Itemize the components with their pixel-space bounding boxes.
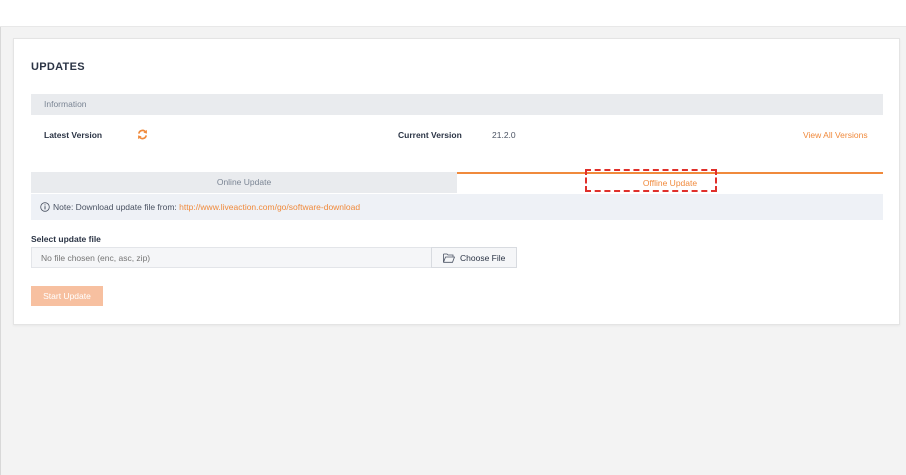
software-download-link[interactable]: http://www.liveaction.com/go/software-do…	[179, 202, 360, 212]
info-icon	[40, 202, 50, 212]
refresh-icon[interactable]	[137, 129, 148, 140]
file-path-field[interactable]	[31, 247, 432, 268]
information-header-label: Information	[44, 99, 87, 109]
updates-panel: UPDATES Information Latest Version Curre…	[13, 38, 900, 325]
sidebar-edge	[0, 27, 1, 475]
top-bar	[0, 0, 906, 27]
tab-online-update[interactable]: Online Update	[31, 172, 457, 193]
information-header: Information	[31, 94, 883, 115]
current-version-value: 21.2.0	[492, 130, 516, 140]
current-version-label: Current Version	[398, 130, 462, 140]
choose-file-button[interactable]: Choose File	[431, 247, 517, 268]
latest-version-label: Latest Version	[44, 130, 103, 140]
tab-offline-update[interactable]: Offline Update	[457, 172, 883, 193]
note-text: Note: Download update file from:	[53, 202, 180, 212]
page-title: UPDATES	[31, 61, 85, 73]
note-text-wrapper: Note: Download update file from: http://…	[53, 202, 360, 212]
download-note: Note: Download update file from: http://…	[31, 194, 883, 220]
choose-file-label: Choose File	[460, 253, 506, 263]
update-tabs: Online Update Offline Update	[31, 172, 883, 193]
start-update-button[interactable]: Start Update	[31, 286, 103, 306]
select-file-label: Select update file	[31, 234, 101, 244]
folder-open-icon	[443, 253, 455, 263]
view-all-versions-link[interactable]: View All Versions	[803, 130, 868, 140]
